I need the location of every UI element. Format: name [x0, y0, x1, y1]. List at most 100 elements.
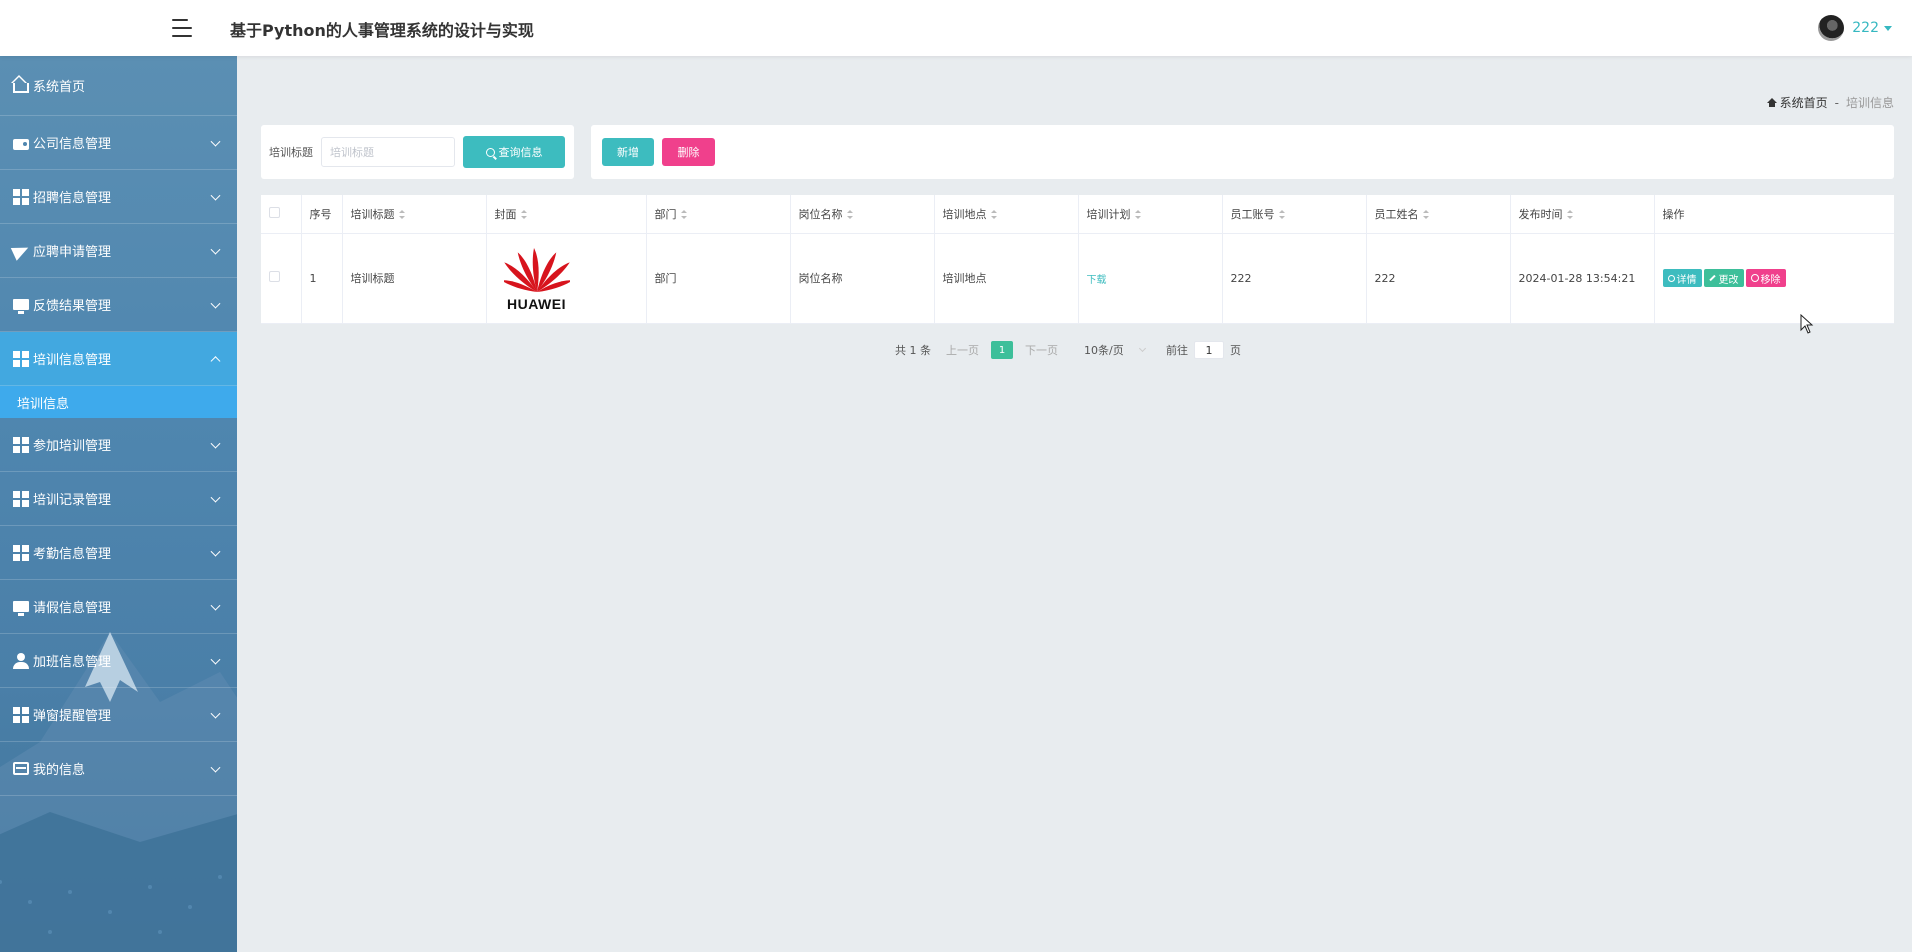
search-panel: 培训标题 查询信息: [261, 125, 574, 179]
sidebar-item-training[interactable]: 培训信息管理: [0, 332, 237, 386]
sidebar-item-label: 应聘申请管理: [33, 245, 112, 260]
grid-icon: [13, 436, 29, 453]
goto-suffix: 页: [1230, 344, 1241, 357]
goto-page-input[interactable]: [1194, 341, 1224, 359]
sort-icon[interactable]: [398, 210, 405, 220]
sort-icon[interactable]: [990, 210, 997, 220]
sidebar-item-label: 弹窗提醒管理: [33, 709, 112, 724]
column-header[interactable]: 培训计划: [1078, 195, 1223, 234]
edit-button[interactable]: 更改: [1703, 269, 1744, 287]
add-button[interactable]: 新增: [602, 138, 654, 166]
sidebar-item-training-records[interactable]: 培训记录管理: [0, 472, 237, 526]
sort-icon[interactable]: [680, 210, 687, 220]
top-header: 基于Python的人事管理系统的设计与实现 222: [0, 0, 1912, 56]
sidebar-item-recruitment[interactable]: 招聘信息管理: [0, 170, 237, 224]
sort-icon[interactable]: [1278, 210, 1285, 220]
caret-down-icon: [1884, 25, 1892, 31]
column-header[interactable]: 封面: [486, 195, 647, 234]
page-size-select[interactable]: 10条/页: [1084, 342, 1162, 358]
logo-wordmark: HUAWEI: [507, 296, 566, 312]
column-header[interactable]: 岗位名称: [790, 195, 935, 234]
download-link[interactable]: 下载: [1087, 275, 1107, 286]
pagination-total: 共 1 条: [895, 344, 931, 357]
home-icon: [1766, 98, 1777, 107]
search-icon: [485, 147, 495, 157]
submenu-item-training-info[interactable]: 培训信息: [0, 386, 237, 418]
sort-icon[interactable]: [1422, 210, 1429, 220]
sidebar-item-overtime[interactable]: 加班信息管理: [0, 634, 237, 688]
action-panel: 新增 删除: [591, 125, 1894, 179]
sidebar-item-join-training[interactable]: 参加培训管理: [0, 418, 237, 472]
chevron-down-icon: [210, 654, 221, 665]
sidebar-item-label: 培训信息管理: [33, 353, 112, 368]
chevron-up-icon: [210, 355, 221, 366]
submenu-item-label: 培训信息: [17, 396, 70, 412]
cell-department: 部门: [646, 233, 791, 324]
cell-title: 培训标题: [342, 233, 487, 324]
breadcrumb-home[interactable]: 系统首页: [1766, 94, 1828, 111]
cell-published: 2024-01-28 13:54:21: [1510, 233, 1655, 324]
column-header: 序号: [301, 195, 343, 234]
card-icon: [13, 762, 29, 775]
detail-label: 详情: [1676, 274, 1697, 286]
sidebar-item-label: 我的信息: [33, 763, 86, 778]
grid-icon: [13, 490, 29, 507]
search-input[interactable]: [321, 137, 455, 167]
sidebar-item-popup-reminder[interactable]: 弹窗提醒管理: [0, 688, 237, 742]
sidebar-item-attendance[interactable]: 考勤信息管理: [0, 526, 237, 580]
column-header[interactable]: 发布时间: [1510, 195, 1655, 234]
goto-label: 前往: [1166, 344, 1188, 357]
sidebar-item-company[interactable]: 公司信息管理: [0, 116, 237, 170]
sidebar-item-my-info[interactable]: 我的信息: [0, 742, 237, 796]
prev-page-button[interactable]: 上一页: [946, 342, 979, 358]
page-number-button[interactable]: 1: [991, 341, 1013, 359]
huawei-logo-image[interactable]: HUAWEI: [500, 244, 573, 312]
sort-icon[interactable]: [846, 210, 853, 220]
sidebar-item-home[interactable]: 系统首页: [0, 56, 237, 116]
sidebar-item-feedback[interactable]: 反馈结果管理: [0, 278, 237, 332]
column-header[interactable]: 部门: [646, 195, 791, 234]
row-select-cell: [261, 233, 302, 324]
sort-icon[interactable]: [1566, 210, 1573, 220]
pencil-icon: [1708, 274, 1716, 282]
sort-icon[interactable]: [520, 210, 527, 220]
sidebar-item-leave[interactable]: 请假信息管理: [0, 580, 237, 634]
detail-button[interactable]: 详情: [1662, 269, 1702, 287]
grid-icon: [13, 706, 29, 723]
pagination: 共 1 条 上一页 1 下一页 10条/页 前往 页: [895, 341, 1241, 359]
breadcrumb: 系统首页 - 培训信息: [1766, 94, 1894, 111]
search-icon: [1667, 274, 1675, 282]
select-all-checkbox[interactable]: [269, 206, 280, 218]
next-page-button[interactable]: 下一页: [1025, 342, 1058, 358]
column-header[interactable]: 员工账号: [1222, 195, 1367, 234]
sidebar-item-label: 公司信息管理: [33, 137, 112, 152]
chevron-down-icon: [1138, 344, 1146, 353]
query-button[interactable]: 查询信息: [463, 136, 565, 168]
close-circle-icon: [1750, 274, 1759, 282]
chevron-down-icon: [210, 492, 221, 503]
grid-icon: [13, 350, 29, 367]
sort-icon[interactable]: [1134, 210, 1141, 220]
grid-icon: [13, 188, 29, 205]
column-header[interactable]: 培训地点: [934, 195, 1079, 234]
cell-position: 岗位名称: [790, 233, 935, 324]
column-header[interactable]: 员工姓名: [1366, 195, 1511, 234]
menu-toggle-icon[interactable]: [172, 18, 194, 38]
sidebar-item-label: 招聘信息管理: [33, 191, 112, 206]
remove-button[interactable]: 移除: [1745, 269, 1786, 287]
sidebar-item-application[interactable]: 应聘申请管理: [0, 224, 237, 278]
breadcrumb-home-label: 系统首页: [1779, 96, 1828, 110]
cell-location: 培训地点: [934, 233, 1079, 324]
select-all-cell: [261, 195, 302, 234]
column-header[interactable]: 培训标题: [342, 195, 487, 234]
chevron-down-icon: [210, 438, 221, 449]
sidebar-item-label: 系统首页: [33, 80, 86, 95]
cell-ops: 详情 更改 移除: [1654, 233, 1894, 324]
breadcrumb-separator: -: [1834, 95, 1839, 110]
row-checkbox[interactable]: [269, 271, 280, 282]
user-menu[interactable]: 222: [1818, 15, 1892, 41]
breadcrumb-current: 培训信息: [1845, 96, 1894, 110]
chevron-down-icon: [210, 600, 221, 611]
chevron-down-icon: [210, 190, 221, 201]
delete-button[interactable]: 删除: [662, 138, 715, 166]
